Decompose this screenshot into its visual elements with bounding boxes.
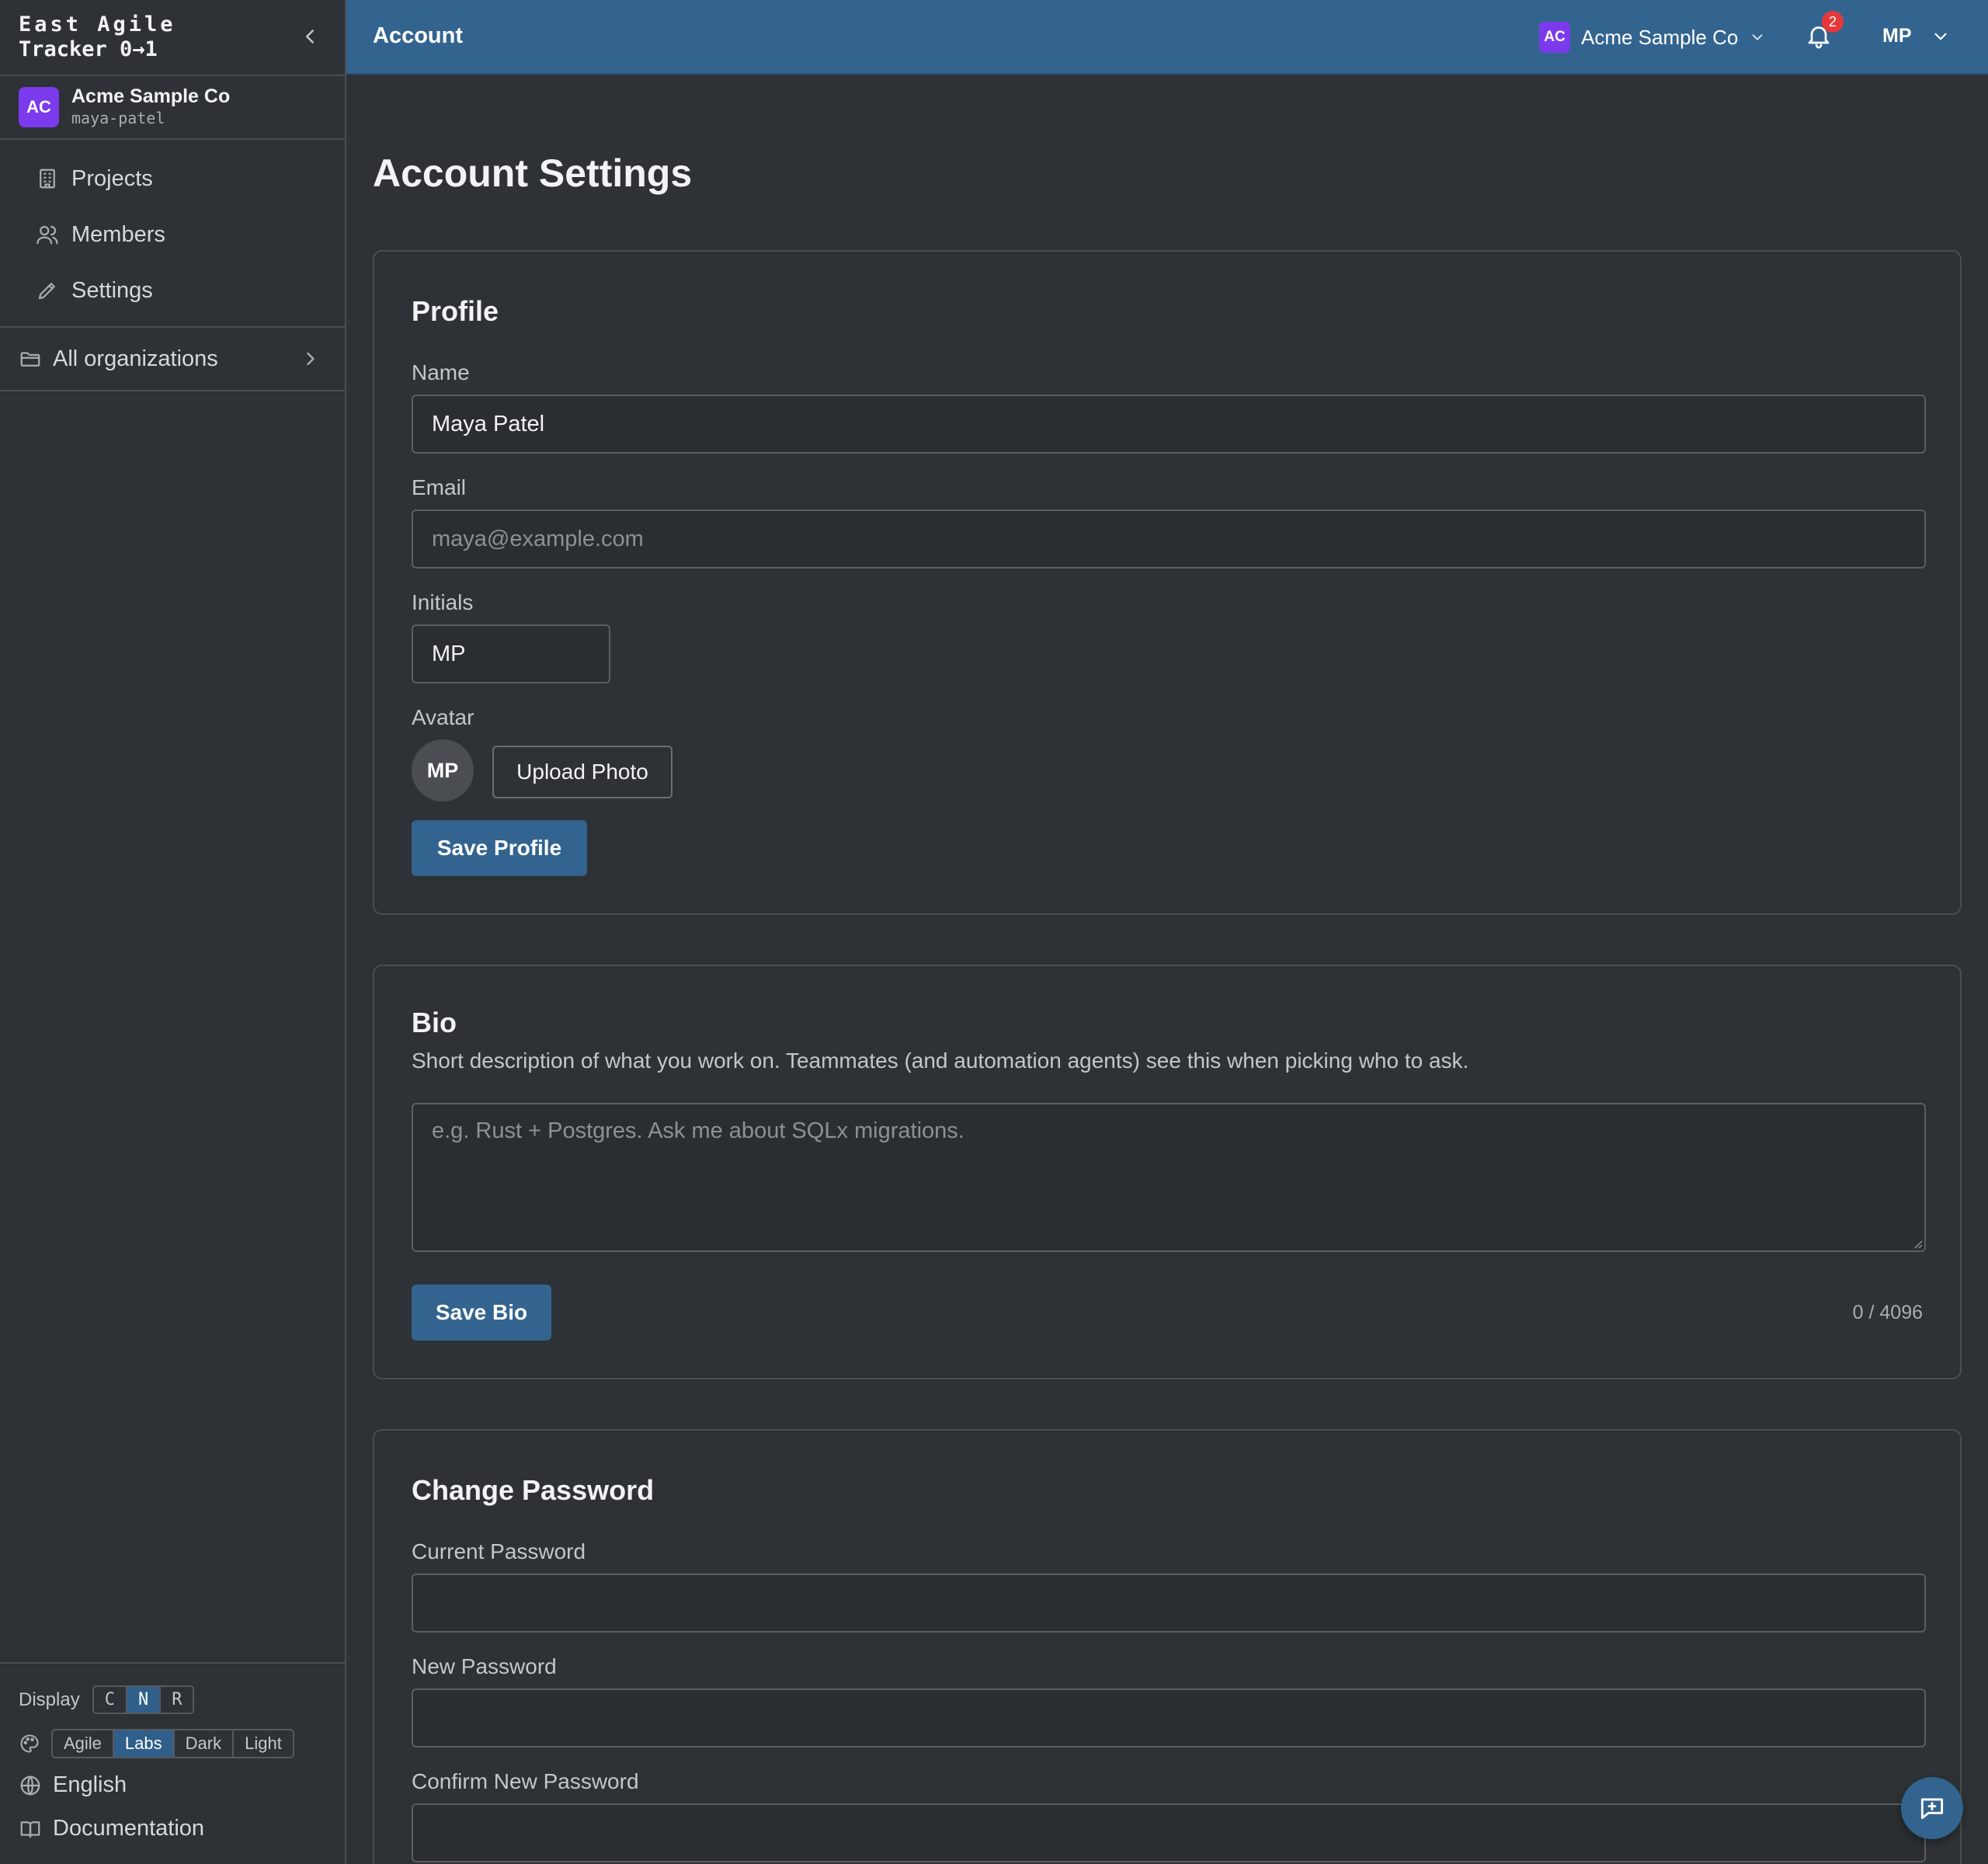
sidebar-item-label: Settings — [71, 277, 153, 303]
density-option-normal[interactable]: N — [127, 1687, 162, 1713]
org-avatar: AC — [19, 87, 59, 127]
theme-option-dark[interactable]: Dark — [175, 1730, 235, 1757]
chevron-down-icon — [1934, 33, 1947, 40]
email-field[interactable]: maya@example.com — [412, 509, 1926, 569]
bio-character-counter: 0 / 4096 — [1852, 1302, 1923, 1323]
new-password-field[interactable] — [412, 1688, 1926, 1748]
current-org[interactable]: AC Acme Sample Co maya-patel — [0, 76, 345, 140]
book-icon — [20, 1821, 40, 1838]
org-switcher[interactable]: AC Acme Sample Co — [1539, 22, 1766, 53]
message-plus-icon — [1920, 1798, 1944, 1820]
change-password-title: Change Password — [412, 1474, 655, 1506]
feedback-button[interactable] — [1901, 1777, 1963, 1839]
documentation-link[interactable]: Documentation — [19, 1816, 204, 1841]
chevron-left-icon[interactable] — [298, 25, 321, 48]
profile-card: Profile Name Maya Patel Email maya@examp… — [373, 250, 1962, 915]
confirm-password-label: Confirm New Password — [412, 1769, 639, 1793]
bio-title: Bio — [412, 1007, 457, 1038]
sidebar-item-label: Projects — [71, 165, 153, 191]
name-field[interactable]: Maya Patel — [412, 395, 1926, 454]
bio-card: Bio Short description of what you work o… — [373, 965, 1962, 1379]
change-password-card: Change Password Current Password New Pas… — [373, 1429, 1962, 1864]
theme-switcher: Agile Labs Dark Light — [19, 1729, 294, 1758]
density-toggle: C N R — [92, 1685, 195, 1714]
display-label: Display — [19, 1688, 80, 1710]
current-password-label: Current Password — [412, 1539, 586, 1563]
all-organizations-label: All organizations — [53, 346, 218, 371]
email-label: Email — [412, 475, 467, 499]
globe-icon — [20, 1775, 40, 1795]
building-icon — [40, 169, 55, 189]
profile-title: Profile — [412, 295, 499, 327]
sidebar: East Agile Tracker 0→1 AC Acme Sample Co… — [0, 0, 346, 1864]
avatar-label: Avatar — [412, 705, 474, 729]
upload-photo-button[interactable]: Upload Photo — [492, 746, 673, 798]
palette-icon — [20, 1734, 39, 1753]
initials-field[interactable]: MP — [412, 624, 610, 683]
theme-option-agile[interactable]: Agile — [53, 1730, 114, 1757]
brand: East Agile Tracker 0→1 — [0, 0, 345, 76]
user-menu[interactable]: MP — [1882, 25, 1951, 47]
bio-description: Short description of what you work on. T… — [412, 1048, 1469, 1073]
sidebar-item-members[interactable]: Members — [0, 207, 345, 263]
avatar: MP — [412, 739, 474, 802]
density-option-relaxed[interactable]: R — [161, 1687, 193, 1713]
sidebar-item-settings[interactable]: Settings — [0, 263, 345, 318]
new-password-label: New Password — [412, 1654, 557, 1678]
theme-option-light[interactable]: Light — [234, 1730, 293, 1757]
chevron-right-icon — [307, 352, 315, 366]
confirm-password-field[interactable] — [412, 1803, 1926, 1862]
documentation-label: Documentation — [53, 1816, 205, 1841]
notifications-button[interactable]: 2 — [1805, 11, 1844, 53]
org-switcher-avatar: AC — [1539, 22, 1570, 53]
notification-badge: 2 — [1822, 11, 1844, 33]
current-password-field[interactable] — [412, 1574, 1926, 1633]
pencil-icon — [38, 283, 55, 300]
top-bar: Account AC Acme Sample Co 2 MP — [346, 0, 1988, 75]
sidebar-footer: Display C N R Agile Labs Dark Light Engl… — [0, 1662, 345, 1864]
sidebar-item-projects[interactable]: Projects — [0, 151, 345, 207]
theme-option-labs[interactable]: Labs — [113, 1730, 175, 1757]
resize-handle-icon[interactable] — [1910, 1236, 1923, 1249]
org-slug: maya-patel — [71, 109, 165, 127]
bio-textarea[interactable]: e.g. Rust + Postgres. Ask me about SQLx … — [412, 1103, 1926, 1252]
users-icon — [36, 225, 58, 245]
save-profile-button[interactable]: Save Profile — [412, 820, 587, 876]
page-breadcrumb: Account — [373, 23, 463, 48]
brand-product: Tracker 0→1 — [19, 37, 158, 61]
chevron-down-icon — [1752, 34, 1763, 40]
sidebar-nav: Projects Members Settings — [0, 140, 345, 328]
name-label: Name — [412, 360, 470, 384]
folder-icon — [20, 352, 40, 367]
bio-placeholder: e.g. Rust + Postgres. Ask me about SQLx … — [432, 1118, 964, 1143]
page-title: Account Settings — [373, 151, 693, 195]
brand-name: East Agile — [19, 12, 176, 37]
save-bio-button[interactable]: Save Bio — [412, 1285, 551, 1341]
language-label: English — [53, 1772, 127, 1797]
all-organizations-link[interactable]: All organizations — [0, 328, 345, 391]
density-option-compact[interactable]: C — [94, 1687, 127, 1713]
language-selector[interactable]: English — [19, 1772, 127, 1798]
initials-label: Initials — [412, 590, 474, 614]
sidebar-item-label: Members — [71, 221, 165, 247]
theme-toggle: Agile Labs Dark Light — [51, 1729, 294, 1758]
display-density: Display C N R — [19, 1685, 195, 1714]
user-initials: MP — [1882, 25, 1912, 47]
org-name: Acme Sample Co — [71, 85, 231, 107]
org-switcher-name: Acme Sample Co — [1581, 25, 1739, 49]
